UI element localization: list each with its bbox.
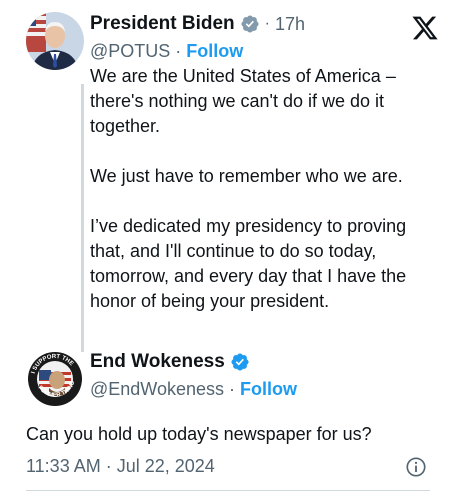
verified-badge-icon — [230, 352, 250, 372]
tweet-timestamp[interactable]: 11:33 AM · Jul 22, 2024 — [26, 456, 215, 477]
avatar[interactable] — [26, 12, 84, 70]
separator: · — [264, 15, 270, 32]
reply-text: Can you hold up today's newspaper for us… — [26, 424, 372, 444]
tweet-time[interactable]: 17h — [275, 14, 305, 35]
tweet-paragraph: I’ve dedicated my presidency to proving … — [90, 216, 407, 311]
handle-row: @POTUS · Follow — [90, 38, 446, 64]
name-row: End Wokeness — [90, 348, 446, 376]
follow-button[interactable]: Follow — [240, 379, 297, 400]
tweet-header: President Biden · 17h @POTUS · Follow — [90, 10, 446, 64]
separator: · — [229, 378, 236, 399]
separator: · — [175, 40, 182, 61]
tweet-paragraph: We just have to remember who we are. — [90, 166, 403, 186]
info-icon[interactable] — [405, 456, 427, 478]
tweet-body: We are the United States of America – th… — [90, 64, 440, 314]
tweet-paragraph: We are the United States of America – th… — [90, 66, 396, 136]
thread-line — [81, 84, 84, 352]
author-name[interactable]: End Wokeness — [90, 351, 225, 373]
divider — [26, 490, 430, 491]
tweet-header: End Wokeness @EndWokeness · Follow — [90, 348, 446, 402]
avatar[interactable]: I SUPPORT THE FORMER THINGS — [26, 350, 84, 408]
author-name[interactable]: President Biden — [90, 13, 235, 35]
verified-badge-icon — [240, 14, 260, 34]
tweet-screenshot: President Biden · 17h @POTUS · Follow We… — [0, 0, 460, 500]
follow-button[interactable]: Follow — [186, 41, 243, 62]
author-handle[interactable]: @POTUS — [90, 41, 170, 62]
handle-row: @EndWokeness · Follow — [90, 376, 446, 402]
name-row: President Biden · 17h — [90, 10, 446, 38]
author-handle[interactable]: @EndWokeness — [90, 379, 224, 400]
